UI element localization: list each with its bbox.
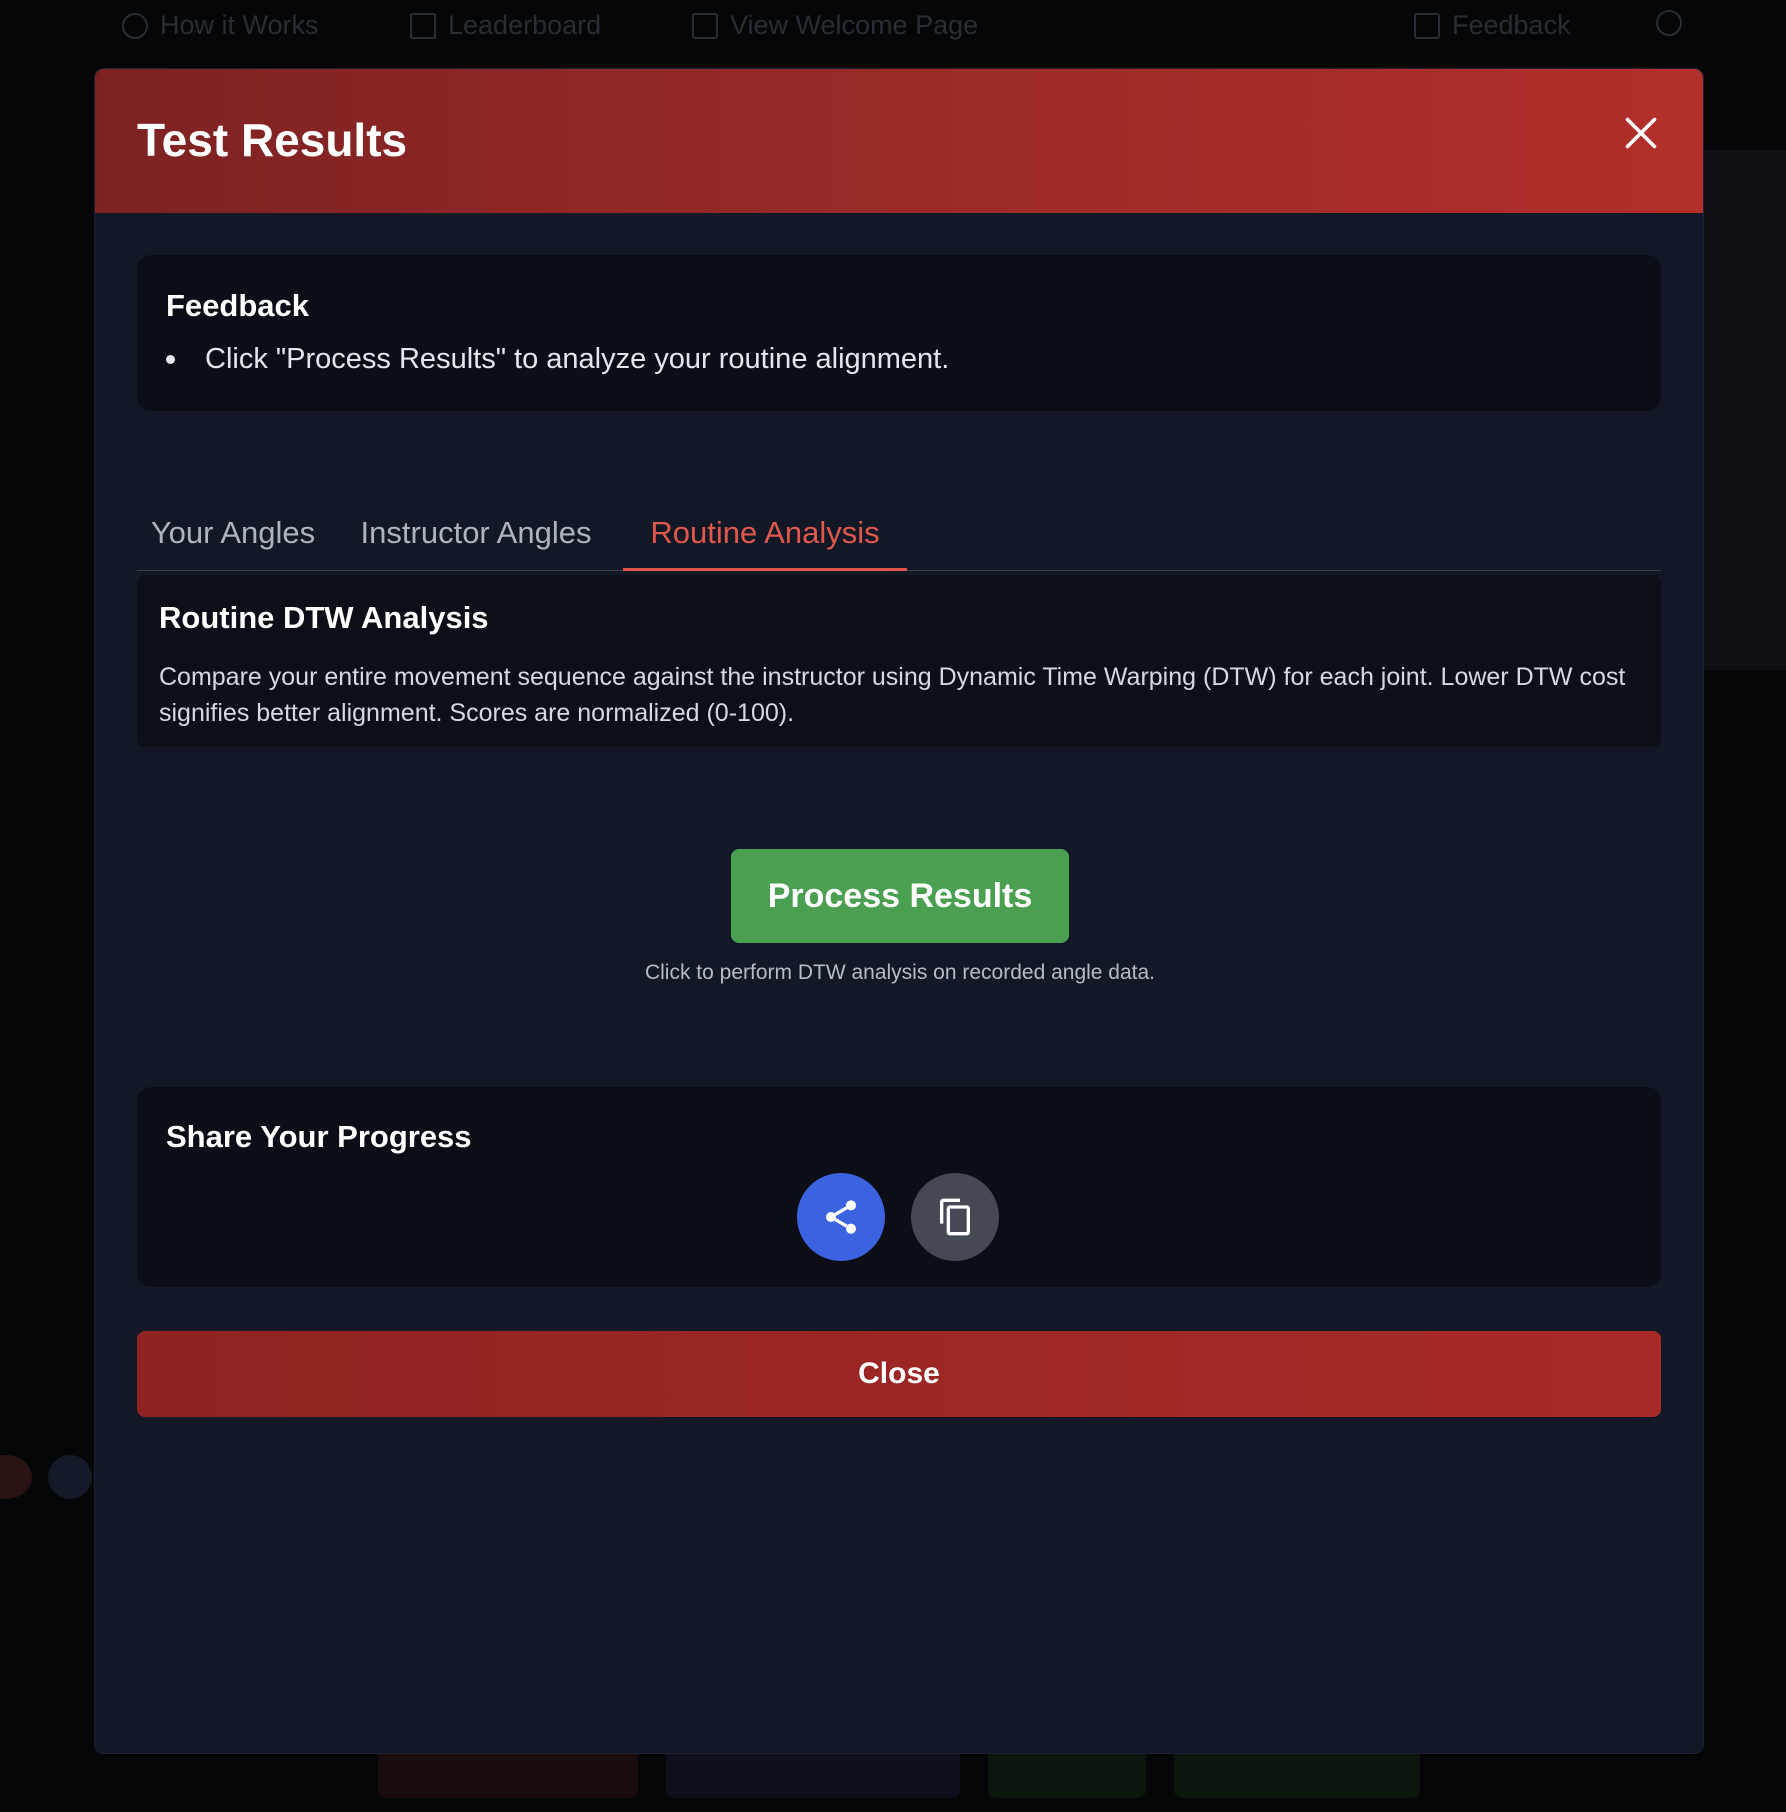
share-title: Share Your Progress	[166, 1119, 472, 1154]
share-progress-card: Share Your Progress	[137, 1087, 1661, 1287]
close-button[interactable]: Close	[137, 1331, 1661, 1417]
bg-nav-how-it-works: How it Works	[122, 10, 319, 41]
bg-nav-label: Feedback	[1452, 10, 1571, 40]
tab-routine-analysis[interactable]: Routine Analysis	[623, 507, 907, 571]
copy-button[interactable]	[911, 1173, 999, 1261]
feedback-title: Feedback	[166, 288, 310, 323]
bg-record-dot	[0, 1455, 32, 1499]
background-nav: How it Works Leaderboard View Welcome Pa…	[0, 0, 1786, 58]
bg-nav-welcome: View Welcome Page	[692, 10, 978, 41]
dtw-title: Routine DTW Analysis	[159, 600, 489, 635]
results-tabs: Your Angles Instructor Angles Routine An…	[137, 507, 1661, 571]
modal-title: Test Results	[137, 114, 408, 166]
feedback-item-text: Click "Process Results" to analyze your …	[205, 343, 950, 375]
bg-nav-label: Leaderboard	[448, 10, 602, 40]
tab-instructor-angles[interactable]: Instructor Angles	[329, 507, 623, 571]
feedback-list: Click "Process Results" to analyze your …	[166, 343, 949, 376]
modal-header: Test Results	[95, 69, 1703, 213]
bg-nav-label: View Welcome Page	[730, 10, 979, 40]
process-hint: Click to perform DTW analysis on recorde…	[644, 961, 1156, 984]
bg-nav-label: How it Works	[160, 10, 319, 40]
bg-nav-leaderboard: Leaderboard	[410, 10, 601, 41]
share-button[interactable]	[797, 1173, 885, 1261]
test-results-modal: Test Results Feedback Click "Process Res…	[94, 68, 1704, 1754]
feedback-item: Click "Process Results" to analyze your …	[166, 343, 949, 376]
feedback-card: Feedback Click "Process Results" to anal…	[137, 255, 1661, 411]
copy-icon	[940, 1198, 970, 1236]
bullet-icon	[166, 355, 175, 364]
close-icon[interactable]	[1623, 115, 1659, 151]
process-results-button[interactable]: Process Results	[731, 849, 1069, 943]
bg-nav-feedback: Feedback	[1414, 10, 1571, 41]
bar-chart-icon	[410, 12, 436, 39]
bg-nav-theme	[1656, 10, 1682, 36]
bg-right-panel	[1700, 150, 1786, 670]
message-square-icon	[1414, 12, 1440, 39]
share-icon	[826, 1200, 856, 1234]
bg-secondary-dot	[48, 1455, 92, 1499]
dtw-description: Compare your entire movement sequence ag…	[159, 663, 1626, 727]
home-icon	[692, 12, 718, 39]
tab-your-angles[interactable]: Your Angles	[137, 507, 329, 571]
sun-icon	[1656, 10, 1682, 36]
dtw-analysis-card: Routine DTW Analysis Compare your entire…	[137, 575, 1661, 747]
help-circle-icon	[122, 12, 148, 39]
